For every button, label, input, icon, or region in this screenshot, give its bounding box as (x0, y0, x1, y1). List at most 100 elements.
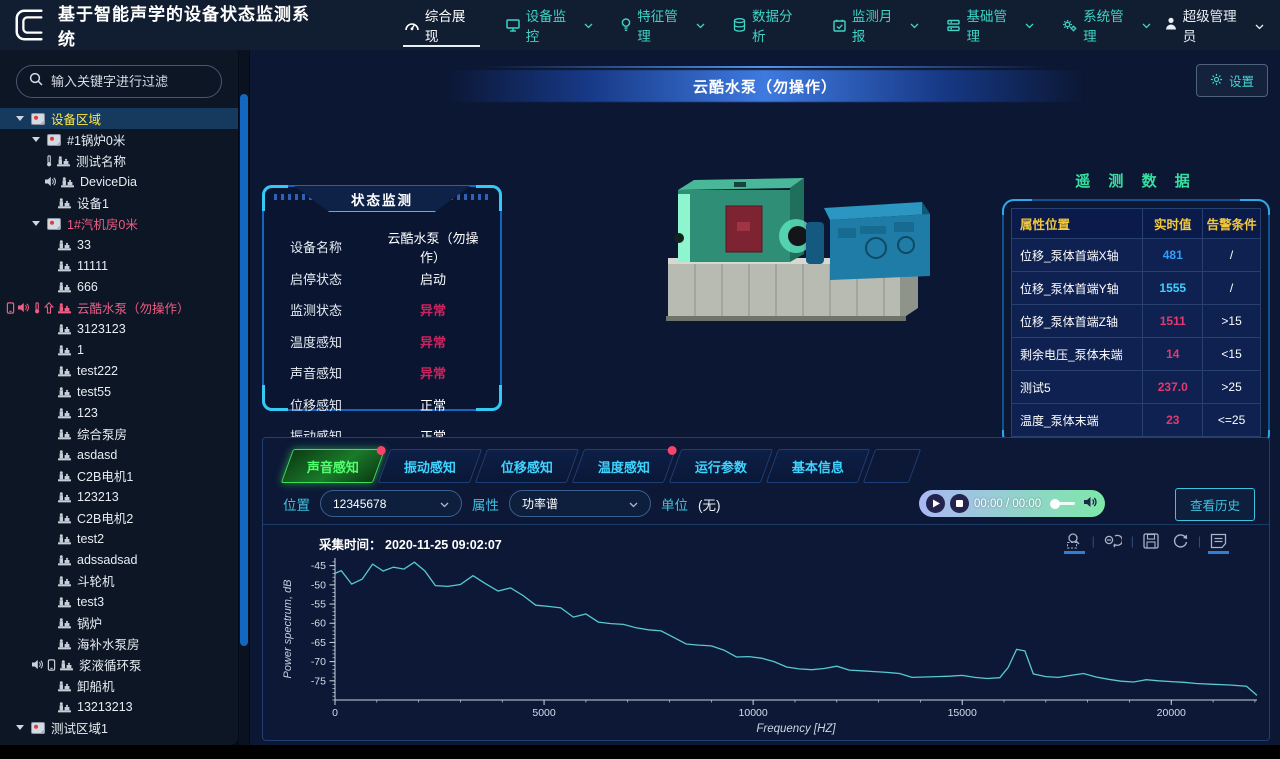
tree-item-卸船机[interactable]: 卸船机 (0, 675, 238, 696)
tree-item-3123123[interactable]: 3123123 (0, 318, 238, 339)
panel-corner (1240, 199, 1270, 215)
tree-item-1[interactable]: 1 (0, 339, 238, 360)
tree-item-label: C2B电机1 (77, 466, 133, 485)
tree-item-123[interactable]: 123 (0, 402, 238, 423)
tree-item-label: 浆液循环泵 (79, 655, 142, 674)
tree-item-1#汽机房0米[interactable]: 1#汽机房0米 (0, 213, 238, 234)
save-image-icon[interactable] (1143, 533, 1159, 549)
tree-item-test222[interactable]: test222 (0, 360, 238, 381)
stop-button[interactable] (950, 494, 969, 513)
tree-item-label: 123 (77, 406, 98, 420)
tree-item-综合泵房[interactable]: 综合泵房 (0, 423, 238, 444)
tree-item-设备区域[interactable]: 设备区域 (0, 108, 238, 129)
device-icon (58, 386, 71, 398)
caret-down-icon[interactable] (16, 725, 24, 730)
sidebar-scrollbar-thumb[interactable] (240, 94, 248, 646)
device-icon (58, 533, 71, 545)
tree-item-C2B电机2[interactable]: C2B电机2 (0, 507, 238, 528)
refresh-icon[interactable] (1172, 532, 1189, 549)
tab-声音感知[interactable]: 声音感知 (281, 449, 385, 483)
search-icon (29, 72, 43, 91)
nav-item-6[interactable]: 基础管理 (933, 0, 1048, 50)
tree-item-123213[interactable]: 123213 (0, 486, 238, 507)
caret-down-icon[interactable] (16, 116, 24, 121)
tree-item-DeviceDia[interactable]: DeviceDia (0, 171, 238, 192)
caret-down-icon[interactable] (32, 221, 40, 226)
settings-button[interactable]: 设置 (1196, 64, 1268, 97)
tree-search-input[interactable] (51, 74, 209, 89)
nav-item-3[interactable]: 特征管理 (607, 0, 719, 50)
status-value: 异常 (386, 363, 480, 382)
tree-item-设备1[interactable]: 设备1 (0, 192, 238, 213)
nav-item-1[interactable]: 综合展现 (391, 0, 492, 50)
spectrum-chart-area[interactable]: -45-50-55-60-65-70-750500010000150002000… (277, 550, 1269, 741)
nav-item-2[interactable]: 设备监控 (492, 0, 608, 50)
tab-振动感知[interactable]: 振动感知 (378, 449, 482, 483)
player-slider[interactable] (1050, 502, 1075, 505)
alarm-badge (668, 446, 677, 455)
status-row-声音感知: 声音感知异常 (264, 357, 500, 389)
tree-item-11111[interactable]: 11111 (0, 255, 238, 276)
tree-item-test55[interactable]: test55 (0, 381, 238, 402)
zoom-icon[interactable] (1066, 532, 1083, 549)
status-value: 启动 (386, 269, 480, 288)
attribute-select[interactable]: 功率谱 (509, 490, 651, 517)
tree-item-锅炉[interactable]: 锅炉 (0, 612, 238, 633)
telemetry-value: 1511 (1143, 305, 1203, 338)
pump-3d-model[interactable] (638, 150, 948, 335)
tree-item-海补水泵房[interactable]: 海补水泵房 (0, 633, 238, 654)
volume-icon[interactable] (1084, 495, 1098, 513)
nav-item-7[interactable]: 系统管理 (1048, 0, 1165, 50)
status-value: 云酷水泵（勿操作） (386, 228, 480, 266)
device-icon (58, 701, 71, 713)
status-label: 启停状态 (290, 269, 386, 288)
position-select[interactable]: 12345678 (320, 490, 462, 517)
caret-down-icon[interactable] (32, 137, 40, 142)
nav-item-label: 系统管理 (1083, 5, 1136, 45)
nav-item-4[interactable]: 数据分析 (719, 0, 819, 50)
tree-item-测试区域1[interactable]: 测试区域1 (0, 717, 238, 738)
data-view-icon[interactable] (1210, 533, 1227, 549)
tree-item-label: 卸船机 (77, 676, 115, 695)
audio-player: 00:00 / 00:00 (919, 490, 1105, 517)
status-label: 声音感知 (290, 363, 386, 382)
tree-item-C2B电机1[interactable]: C2B电机1 (0, 465, 238, 486)
tab-位移感知[interactable]: 位移感知 (475, 449, 579, 483)
player-slider-knob[interactable] (1050, 499, 1060, 509)
tab-运行参数[interactable]: 运行参数 (669, 449, 773, 483)
gears-icon (1062, 19, 1077, 32)
tree-item-adssadsad[interactable]: adssadsad (0, 549, 238, 570)
status-row-启停状态: 启停状态启动 (264, 263, 500, 295)
tab-label: 温度感知 (598, 457, 650, 476)
map-icon (47, 134, 61, 146)
sidebar-scrollbar[interactable] (239, 50, 249, 745)
user-menu[interactable]: 超级管理员 (1165, 5, 1264, 45)
tree-item-33[interactable]: 33 (0, 234, 238, 255)
database-icon (733, 18, 746, 32)
tree-item-666[interactable]: 666 (0, 276, 238, 297)
nav-item-label: 综合展现 (425, 5, 478, 45)
tree-item-label: C2B电机2 (77, 508, 133, 527)
device-tree-sidebar: 设备区域#1锅炉0米测试名称DeviceDia设备11#汽机房0米3311111… (0, 50, 238, 745)
tree-item-#1锅炉0米[interactable]: #1锅炉0米 (0, 129, 238, 150)
play-button[interactable] (926, 494, 945, 513)
tab-基本信息[interactable]: 基本信息 (766, 449, 870, 483)
tree-item-云酷水泵（勿操作）[interactable]: 云酷水泵（勿操作） (0, 297, 238, 318)
tree-item-test2[interactable]: test2 (0, 528, 238, 549)
zoom-reset-icon[interactable] (1104, 533, 1122, 548)
toolbar-separator: | (1092, 534, 1095, 548)
device-tree: 设备区域#1锅炉0米测试名称DeviceDia设备11#汽机房0米3311111… (0, 108, 238, 738)
tree-item-测试名称[interactable]: 测试名称 (0, 150, 238, 171)
tree-item-asdasd[interactable]: asdasd (0, 444, 238, 465)
tree-search-box[interactable] (16, 65, 222, 98)
tree-item-test3[interactable]: test3 (0, 591, 238, 612)
nav-item-5[interactable]: 监测月报 (819, 0, 934, 50)
tree-item-13213213[interactable]: 13213213 (0, 696, 238, 717)
tab-温度感知[interactable]: 温度感知 (572, 449, 676, 483)
status-label: 位移感知 (290, 395, 386, 414)
chart-toolbar: | | | (1066, 532, 1227, 549)
view-history-button[interactable]: 查看历史 (1175, 488, 1255, 521)
tree-item-浆液循环泵[interactable]: 浆液循环泵 (0, 654, 238, 675)
tree-item-斗轮机[interactable]: 斗轮机 (0, 570, 238, 591)
toolbar-separator: | (1131, 534, 1134, 548)
